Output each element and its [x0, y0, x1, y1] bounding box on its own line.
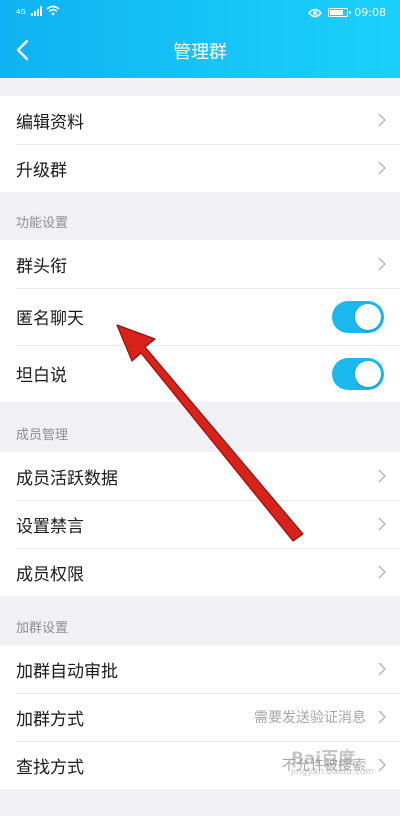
battery-icon — [328, 8, 352, 17]
eye-icon — [308, 8, 323, 17]
page-title: 管理群 — [173, 42, 227, 63]
wifi-icon — [46, 5, 60, 16]
row-label: 成员权限 — [16, 564, 84, 585]
chevron-right-icon — [378, 517, 386, 531]
row-group-title[interactable]: 群头衔 — [0, 240, 400, 288]
section-label-join: 加群设置 — [16, 621, 69, 636]
row-anonymous-chat: 匿名聊天 — [0, 288, 400, 345]
row-value: 需要发送验证消息 — [254, 710, 366, 726]
toggle-knob — [355, 360, 381, 387]
row-auto-approve[interactable]: 加群自动审批 — [0, 645, 400, 693]
toggle-knob — [355, 303, 381, 330]
row-label: 群头衔 — [16, 256, 67, 277]
header-bar: 4G 09:08 管理群 — [0, 0, 400, 78]
watermark-logo: Bai百度 jingyan.baidu.com — [291, 744, 374, 777]
signal-icon — [30, 6, 42, 16]
row-confession: 坦白说 — [0, 345, 400, 402]
row-label: 设置禁言 — [16, 516, 84, 537]
section-members: 成员活跃数据 设置禁言 成员权限 — [0, 452, 400, 596]
status-left: 4G — [16, 5, 60, 16]
watermark-text: Bai百度 — [290, 749, 356, 769]
watermark-sub: jingyan.baidu.com — [290, 767, 374, 777]
row-member-activity[interactable]: 成员活跃数据 — [0, 452, 400, 500]
anonymous-chat-toggle[interactable] — [332, 300, 384, 333]
row-mute-settings[interactable]: 设置禁言 — [0, 500, 400, 548]
row-label: 匿名聊天 — [16, 309, 84, 329]
row-label: 成员活跃数据 — [16, 468, 118, 489]
status-right: 09:08 — [308, 6, 386, 19]
row-label: 加群方式 — [16, 709, 84, 730]
chevron-right-icon — [378, 565, 386, 579]
section-basic: 编辑资料 升级群 — [0, 96, 400, 192]
status-bar: 4G 09:08 — [0, 0, 400, 26]
row-label: 升级群 — [16, 160, 67, 181]
chevron-right-icon — [378, 758, 386, 772]
chevron-right-icon — [378, 662, 386, 676]
row-member-permissions[interactable]: 成员权限 — [0, 548, 400, 596]
row-label: 编辑资料 — [16, 112, 84, 133]
chevron-right-icon — [378, 469, 386, 483]
network-type: 4G — [16, 8, 26, 16]
section-label-members: 成员管理 — [16, 428, 69, 443]
row-label: 加群自动审批 — [16, 661, 118, 682]
chevron-right-icon — [378, 113, 386, 127]
row-label: 查找方式 — [16, 757, 84, 778]
section-functions: 群头衔 匿名聊天 坦白说 — [0, 240, 400, 402]
chevron-right-icon — [378, 257, 386, 271]
chevron-right-icon — [378, 710, 386, 724]
row-upgrade-group[interactable]: 升级群 — [0, 144, 400, 192]
confession-toggle[interactable] — [332, 357, 384, 390]
row-join-method[interactable]: 加群方式 需要发送验证消息 — [0, 693, 400, 741]
row-edit-profile[interactable]: 编辑资料 — [0, 96, 400, 144]
chevron-right-icon — [378, 161, 386, 175]
row-label: 坦白说 — [16, 366, 67, 386]
clock: 09:08 — [354, 6, 386, 19]
section-label-functions: 功能设置 — [16, 216, 69, 231]
